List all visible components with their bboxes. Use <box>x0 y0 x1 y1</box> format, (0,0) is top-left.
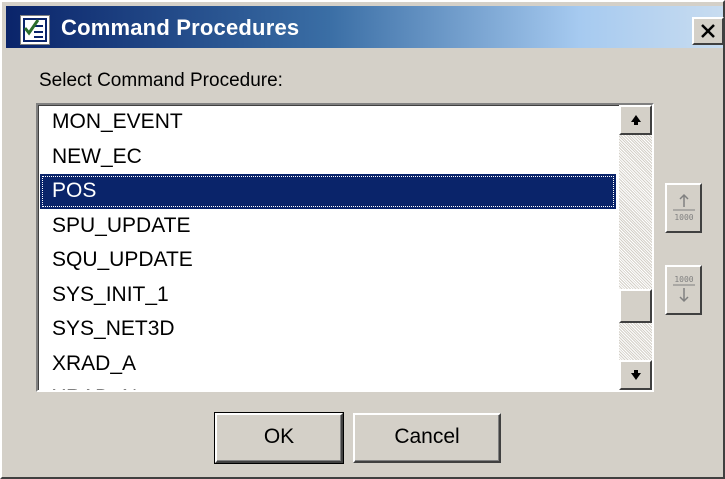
cancel-button[interactable]: Cancel <box>353 413 501 463</box>
list-item[interactable]: XRAD_A <box>40 347 616 382</box>
svg-text:1000: 1000 <box>674 213 693 222</box>
title-bar[interactable]: Command Procedures <box>6 6 724 48</box>
list-item[interactable]: SQU_UPDATE <box>40 243 616 278</box>
scroll-up-button[interactable] <box>619 105 652 135</box>
ok-button[interactable]: OK <box>214 412 344 464</box>
list-item[interactable]: SYS_INIT_1 <box>40 278 616 313</box>
move-up-icon: 1000 <box>672 193 695 222</box>
list-item[interactable]: POS <box>40 174 616 209</box>
vertical-scrollbar[interactable] <box>619 105 652 390</box>
list-item[interactable]: SPU_UPDATE <box>40 209 616 244</box>
svg-text:1000: 1000 <box>674 275 693 284</box>
move-down-icon: 1000 <box>672 275 695 303</box>
procedure-listbox[interactable]: MON_EVENT NEW_EC POS SPU_UPDATE SQU_UPDATE SY… <box>36 103 654 392</box>
move-down-button[interactable]: 1000 <box>665 265 702 315</box>
list-item[interactable]: MON_EVENT <box>40 105 616 140</box>
checklist-icon <box>20 15 50 45</box>
scroll-thumb[interactable] <box>619 289 652 323</box>
procedure-list[interactable]: MON_EVENT NEW_EC POS SPU_UPDATE SQU_UPDATE SY… <box>40 105 616 390</box>
list-item[interactable]: SYS_NET3D <box>40 312 616 347</box>
list-item[interactable]: XRAD_N <box>40 381 616 390</box>
list-item[interactable]: NEW_EC <box>40 140 616 175</box>
command-procedures-dialog: Command Procedures Select Command Proced… <box>0 0 725 479</box>
window-title: Command Procedures <box>61 15 300 40</box>
move-up-button[interactable]: 1000 <box>665 183 702 233</box>
arrow-up-icon <box>630 115 641 125</box>
close-icon <box>701 24 715 38</box>
close-button[interactable] <box>692 17 724 45</box>
arrow-down-icon <box>630 370 641 380</box>
select-procedure-label: Select Command Procedure: <box>39 70 283 91</box>
scroll-down-button[interactable] <box>619 360 652 390</box>
